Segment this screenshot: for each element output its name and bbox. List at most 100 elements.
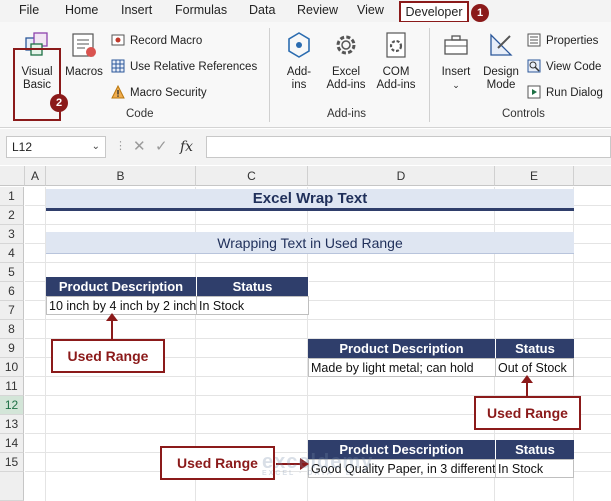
insert-control-button[interactable]: Insert ⌄ <box>437 30 475 92</box>
com-addins-button[interactable]: COM Add-ins <box>374 30 418 92</box>
design-mode-icon <box>490 33 513 56</box>
ribbon-developer: Visual Basic 2 Macros Record Macro Use R… <box>0 22 611 128</box>
step-badge-1: 1 <box>471 4 489 22</box>
table1-header-status: Status <box>197 277 309 296</box>
column-header-d[interactable]: D <box>308 166 495 186</box>
record-macro-button[interactable]: Record Macro <box>111 32 202 50</box>
column-header-a[interactable]: A <box>25 166 46 186</box>
use-relative-references-button[interactable]: Use Relative References <box>111 58 257 76</box>
table1-header-description: Product Description <box>46 277 197 296</box>
row-header-8[interactable]: 8 <box>0 320 24 339</box>
view-code-label: View Code <box>546 61 602 73</box>
tab-home[interactable]: Home <box>65 3 98 17</box>
use-relative-references-label: Use Relative References <box>130 61 258 73</box>
step-badge-2: 2 <box>50 94 68 112</box>
run-dialog-button[interactable]: Run Dialog <box>527 84 603 102</box>
code-group-label: Code <box>126 108 154 120</box>
properties-label: Properties <box>546 35 599 47</box>
table-grid-icon <box>111 59 125 73</box>
addins-button[interactable]: Add- ins <box>280 30 318 92</box>
row-header-10[interactable]: 10 <box>0 358 24 377</box>
formula-bar: L12 ⌄ ⋮ ✕ ✓ fx <box>0 129 611 165</box>
table3-cell-status[interactable]: In Stock <box>495 459 574 478</box>
view-code-button[interactable]: View Code <box>527 58 601 76</box>
insert-control-label: Insert <box>441 66 471 78</box>
insert-function-icon[interactable]: fx <box>180 136 193 158</box>
controls-group-label: Controls <box>502 108 545 120</box>
chevron-down-icon: ⌄ <box>452 80 460 90</box>
column-header-b[interactable]: B <box>46 166 196 186</box>
excel-addins-label-1: Excel <box>331 66 361 78</box>
formula-input[interactable] <box>206 136 611 158</box>
watermark-logo: exceldemy EXCEL · DATA · BI <box>262 451 373 477</box>
macros-button[interactable]: Macros <box>62 30 106 79</box>
warning-icon <box>111 85 125 99</box>
row-header-15[interactable]: 15 <box>0 453 24 472</box>
record-macro-icon <box>111 34 125 46</box>
row-header-16[interactable] <box>0 472 24 501</box>
more-options-icon: ⋮ <box>115 140 126 152</box>
row-header-9[interactable]: 9 <box>0 339 24 358</box>
row-header-4[interactable]: 4 <box>0 244 24 263</box>
arrow-up-icon <box>106 313 118 340</box>
name-box[interactable]: L12 ⌄ <box>6 136 106 158</box>
addins-group-label: Add-ins <box>327 108 366 120</box>
watermark-tagline: EXCEL · DATA · BI <box>262 470 357 477</box>
column-header-f[interactable] <box>574 166 611 186</box>
table2-header-description: Product Description <box>308 339 496 358</box>
row-header-6[interactable]: 6 <box>0 282 24 301</box>
design-mode-button[interactable]: Design Mode <box>479 30 523 92</box>
row-header-13[interactable]: 13 <box>0 415 24 434</box>
excel-addins-label-2: Add-ins <box>326 79 366 91</box>
name-box-value: L12 <box>12 140 33 154</box>
group-separator <box>429 28 430 122</box>
select-all-corner[interactable] <box>0 166 25 186</box>
properties-button[interactable]: Properties <box>527 32 598 50</box>
column-header-e[interactable]: E <box>495 166 574 186</box>
table3-header-status: Status <box>496 440 574 459</box>
tab-data[interactable]: Data <box>249 3 275 17</box>
tab-review[interactable]: Review <box>297 3 338 17</box>
row-header-1[interactable]: 1 <box>0 187 24 206</box>
row-header-7[interactable]: 7 <box>0 301 24 320</box>
chevron-down-icon[interactable]: ⌄ <box>92 137 100 157</box>
row-header-14[interactable]: 14 <box>0 434 24 453</box>
cancel-icon[interactable]: ✕ <box>133 136 146 158</box>
excel-addins-button[interactable]: Excel Add-ins <box>322 30 370 92</box>
row-header-3[interactable]: 3 <box>0 225 24 244</box>
table1-cell-status[interactable]: In Stock <box>196 296 309 315</box>
tab-view[interactable]: View <box>357 3 384 17</box>
com-addins-label-2: Add-ins <box>376 79 416 91</box>
tab-insert[interactable]: Insert <box>121 3 152 17</box>
tab-formulas[interactable]: Formulas <box>175 3 227 17</box>
view-code-icon <box>527 59 541 73</box>
addins-label-2: ins <box>291 79 307 91</box>
row-header-11[interactable]: 11 <box>0 377 24 396</box>
com-addins-icon <box>386 32 406 58</box>
row-header-12[interactable]: 12 <box>0 396 24 415</box>
macro-security-label: Macro Security <box>130 87 207 99</box>
properties-icon <box>527 33 541 47</box>
row-header-5[interactable]: 5 <box>0 263 24 282</box>
sheet-title: Excel Wrap Text <box>46 189 574 211</box>
run-dialog-label: Run Dialog <box>546 87 603 99</box>
macros-icon <box>72 33 96 57</box>
tab-file[interactable]: File <box>19 3 39 17</box>
enter-icon[interactable]: ✓ <box>155 136 168 158</box>
column-header-c[interactable]: C <box>196 166 308 186</box>
table2-cell-description[interactable]: Made by light metal; can hold <box>308 358 496 377</box>
group-separator <box>269 28 270 122</box>
arrow-up-icon <box>521 375 533 396</box>
toolbox-icon <box>444 35 468 55</box>
run-dialog-icon <box>527 85 541 99</box>
ribbon-tab-bar: File Home Insert Formulas Data Review Vi… <box>0 0 611 24</box>
row-header-2[interactable]: 2 <box>0 206 24 225</box>
com-addins-label-1: COM <box>382 66 410 78</box>
tab-developer[interactable]: Developer <box>399 1 469 23</box>
addins-label-1: Add- <box>286 66 312 78</box>
used-range-callout-2: Used Range <box>474 396 581 430</box>
macros-label: Macros <box>65 66 103 78</box>
design-mode-label-2: Mode <box>486 79 516 91</box>
used-range-callout-1: Used Range <box>51 339 165 373</box>
macro-security-button[interactable]: Macro Security <box>111 84 207 102</box>
